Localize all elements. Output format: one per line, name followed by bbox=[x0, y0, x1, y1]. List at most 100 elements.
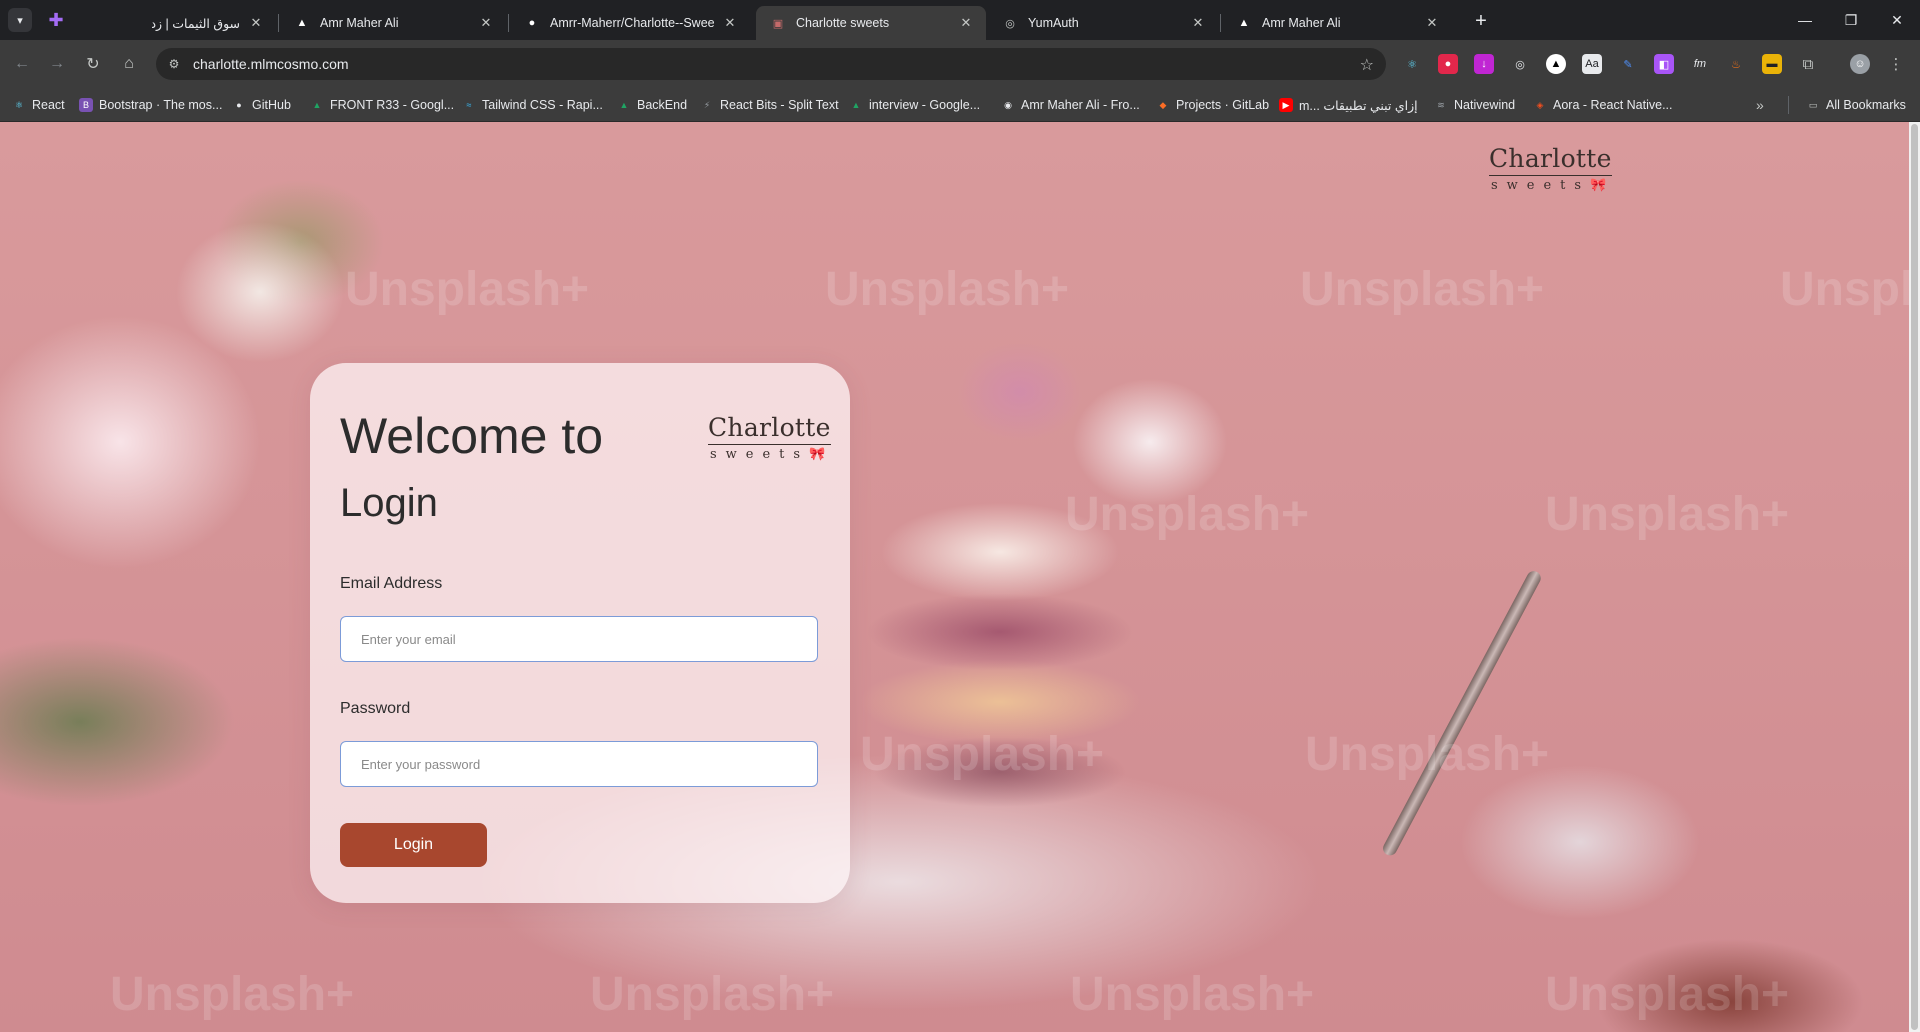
tab-title: YumAuth bbox=[1028, 16, 1079, 30]
globe-icon: ◎ bbox=[1005, 17, 1015, 30]
tab-search-button[interactable]: ▾ bbox=[8, 8, 32, 32]
forward-button[interactable]: → bbox=[45, 52, 69, 76]
browser-toolbar: ← → ↻ ⌂ ⚙ charlotte.mlmcosmo.com ☆ ⚛ ● ↓… bbox=[0, 40, 1920, 88]
bookmark-amr-portfolio[interactable]: ◉ Amr Maher Ali - Fro... bbox=[1001, 96, 1140, 114]
password-input[interactable] bbox=[340, 741, 818, 787]
watermark-text: Unsplash+ bbox=[1545, 968, 1790, 1021]
react-devtools-icon[interactable]: ⚛ bbox=[1402, 54, 1422, 74]
close-icon[interactable]: ✕ bbox=[722, 15, 738, 31]
login-button[interactable]: Login bbox=[340, 823, 487, 867]
youtube-icon: ▶ bbox=[1279, 98, 1293, 112]
tab-zid[interactable]: سوق الثيمات | زد ✕ bbox=[138, 6, 276, 40]
nativewind-icon: ≋ bbox=[1437, 99, 1445, 110]
tab-github-repo[interactable]: ● Amrr-Maherr/Charlotte--Sweet ✕ bbox=[510, 6, 750, 40]
vercel-icon: ▲ bbox=[1238, 17, 1250, 29]
extensions-puzzle-icon[interactable]: ⧉ bbox=[1798, 54, 1818, 74]
all-bookmarks-button[interactable]: ▭ All Bookmarks bbox=[1806, 96, 1906, 114]
watermark-text: Unsplash+ bbox=[1065, 488, 1310, 541]
download-extension-icon[interactable]: ↓ bbox=[1474, 54, 1494, 74]
watermark-text: Unsplash+ bbox=[345, 263, 590, 316]
header-logo[interactable]: Charlotte sweets🎀 bbox=[1489, 144, 1612, 193]
bookmarks-bar: ⚛ React B Bootstrap · The mos... ● GitHub ▲… bbox=[0, 88, 1920, 122]
card-heading: Welcome to Login bbox=[340, 401, 603, 535]
fire-extension-icon[interactable]: ♨ bbox=[1726, 54, 1746, 74]
yellow-extension-icon[interactable]: ▬ bbox=[1762, 54, 1782, 74]
bookmark-interview[interactable]: ▲ interview - Google... bbox=[849, 96, 981, 114]
address-bar[interactable]: ⚙ charlotte.mlmcosmo.com ☆ bbox=[156, 48, 1386, 80]
close-window-button[interactable]: ✕ bbox=[1874, 6, 1920, 34]
logo-tagline: sweets🎀 bbox=[708, 447, 831, 462]
bookmark-youtube[interactable]: ▶ m... إزاي تبني تطبيقات bbox=[1279, 96, 1418, 114]
back-button[interactable]: ← bbox=[10, 52, 34, 76]
home-button[interactable]: ⌂ bbox=[117, 52, 141, 76]
restore-button[interactable]: ❐ bbox=[1828, 6, 1874, 34]
more-bookmarks-chevron-icon[interactable]: » bbox=[1756, 96, 1764, 114]
extension-red-icon[interactable]: ● bbox=[1438, 54, 1458, 74]
close-icon[interactable]: ✕ bbox=[958, 15, 974, 31]
bookmark-label: React Bits - Split Text bbox=[720, 98, 839, 112]
font-extension-icon[interactable]: fт bbox=[1690, 54, 1710, 74]
tab-amr-maher-ali-2[interactable]: ▲ Amr Maher Ali ✕ bbox=[1222, 6, 1452, 40]
folder-icon: ▭ bbox=[1808, 99, 1818, 110]
vercel-extension-icon[interactable]: ▲ bbox=[1546, 54, 1566, 74]
github-icon: ● bbox=[236, 100, 242, 110]
app-launcher-icon[interactable]: ✚ bbox=[44, 8, 68, 32]
email-input[interactable] bbox=[340, 616, 818, 662]
tab-charlotte-sweets[interactable]: ▣ Charlotte sweets ✕ bbox=[756, 6, 986, 40]
bookmark-label: interview - Google... bbox=[869, 98, 981, 112]
bookmark-backend[interactable]: ▲ BackEnd bbox=[617, 96, 688, 114]
tab-title: سوق الثيمات | زد bbox=[152, 16, 240, 31]
card-logo: Charlotte sweets🎀 bbox=[708, 413, 831, 462]
reload-button[interactable]: ↻ bbox=[81, 52, 105, 76]
close-icon[interactable]: ✕ bbox=[1190, 15, 1206, 31]
spoon-decoration bbox=[1380, 568, 1544, 858]
globe-icon: ◉ bbox=[1004, 99, 1012, 110]
browser-menu-icon[interactable]: ⋮ bbox=[1886, 54, 1906, 74]
tab-title: Amr Maher Ali bbox=[1262, 16, 1341, 30]
target-extension-icon[interactable]: ◎ bbox=[1510, 54, 1530, 74]
bow-icon: 🎀 bbox=[809, 447, 826, 462]
drive-icon: ▲ bbox=[619, 100, 629, 110]
tab-amr-maher-ali[interactable]: ▲ Amr Maher Ali ✕ bbox=[280, 6, 506, 40]
dictionary-extension-icon[interactable]: Aa bbox=[1582, 54, 1602, 74]
all-bookmarks-label: All Bookmarks bbox=[1826, 98, 1906, 112]
vercel-icon: ▲ bbox=[296, 17, 308, 29]
watermark-text: Unsplash+ bbox=[1780, 263, 1909, 316]
tab-yumauth[interactable]: ◎ YumAuth ✕ bbox=[988, 6, 1218, 40]
close-icon[interactable]: ✕ bbox=[248, 15, 264, 31]
scrollbar-thumb[interactable] bbox=[1911, 124, 1918, 1030]
bookmark-react-bits[interactable]: ⚡ React Bits - Split Text bbox=[700, 96, 839, 114]
close-icon[interactable]: ✕ bbox=[478, 15, 494, 31]
page-scrollbar[interactable] bbox=[1909, 122, 1920, 1032]
tab-divider bbox=[278, 14, 279, 32]
bookmark-github[interactable]: ● GitHub bbox=[232, 96, 291, 114]
close-icon[interactable]: ✕ bbox=[1424, 15, 1440, 31]
drive-icon: ▲ bbox=[851, 100, 861, 110]
minimize-button[interactable]: — bbox=[1782, 6, 1828, 34]
new-tab-button[interactable]: + bbox=[1470, 10, 1492, 32]
pen-extension-icon[interactable]: ✎ bbox=[1618, 54, 1638, 74]
tab-title: Amr Maher Ali bbox=[320, 16, 399, 30]
bookmark-front-r33[interactable]: ▲ FRONT R33 - Googl... bbox=[310, 96, 455, 114]
purple-extension-icon[interactable]: ◧ bbox=[1654, 54, 1674, 74]
bookmark-nativewind[interactable]: ≋ Nativewind bbox=[1434, 96, 1515, 114]
site-info-icon[interactable]: ⚙ bbox=[166, 56, 182, 72]
url-text: charlotte.mlmcosmo.com bbox=[193, 56, 349, 72]
bookmark-bootstrap[interactable]: B Bootstrap · The mos... bbox=[79, 96, 222, 114]
bookmark-label: Bootstrap · The mos... bbox=[99, 98, 223, 112]
bookmark-aora[interactable]: ◈ Aora - React Native... bbox=[1533, 96, 1673, 114]
profile-avatar-icon[interactable]: ☺ bbox=[1850, 54, 1870, 74]
bookmark-react[interactable]: ⚛ React bbox=[12, 96, 65, 114]
bookmark-label: BackEnd bbox=[637, 98, 688, 112]
bookmark-label: Tailwind CSS - Rapi... bbox=[482, 98, 603, 112]
watermark-text: Unsplash+ bbox=[1305, 728, 1550, 781]
bookmark-gitlab[interactable]: ◆ Projects · GitLab bbox=[1156, 96, 1270, 114]
watermark-text: Unsplash+ bbox=[860, 728, 1105, 781]
bookmark-label: React bbox=[32, 98, 65, 112]
bookmark-star-icon[interactable]: ☆ bbox=[1360, 55, 1374, 75]
bookmark-tailwind[interactable]: ≈ Tailwind CSS - Rapi... bbox=[462, 96, 603, 114]
bookmark-label: GitHub bbox=[252, 98, 291, 112]
figma-icon: ◈ bbox=[1536, 99, 1544, 110]
bookmark-label: Aora - React Native... bbox=[1553, 98, 1673, 112]
tab-title: Amrr-Maherr/Charlotte--Sweet bbox=[550, 16, 714, 30]
